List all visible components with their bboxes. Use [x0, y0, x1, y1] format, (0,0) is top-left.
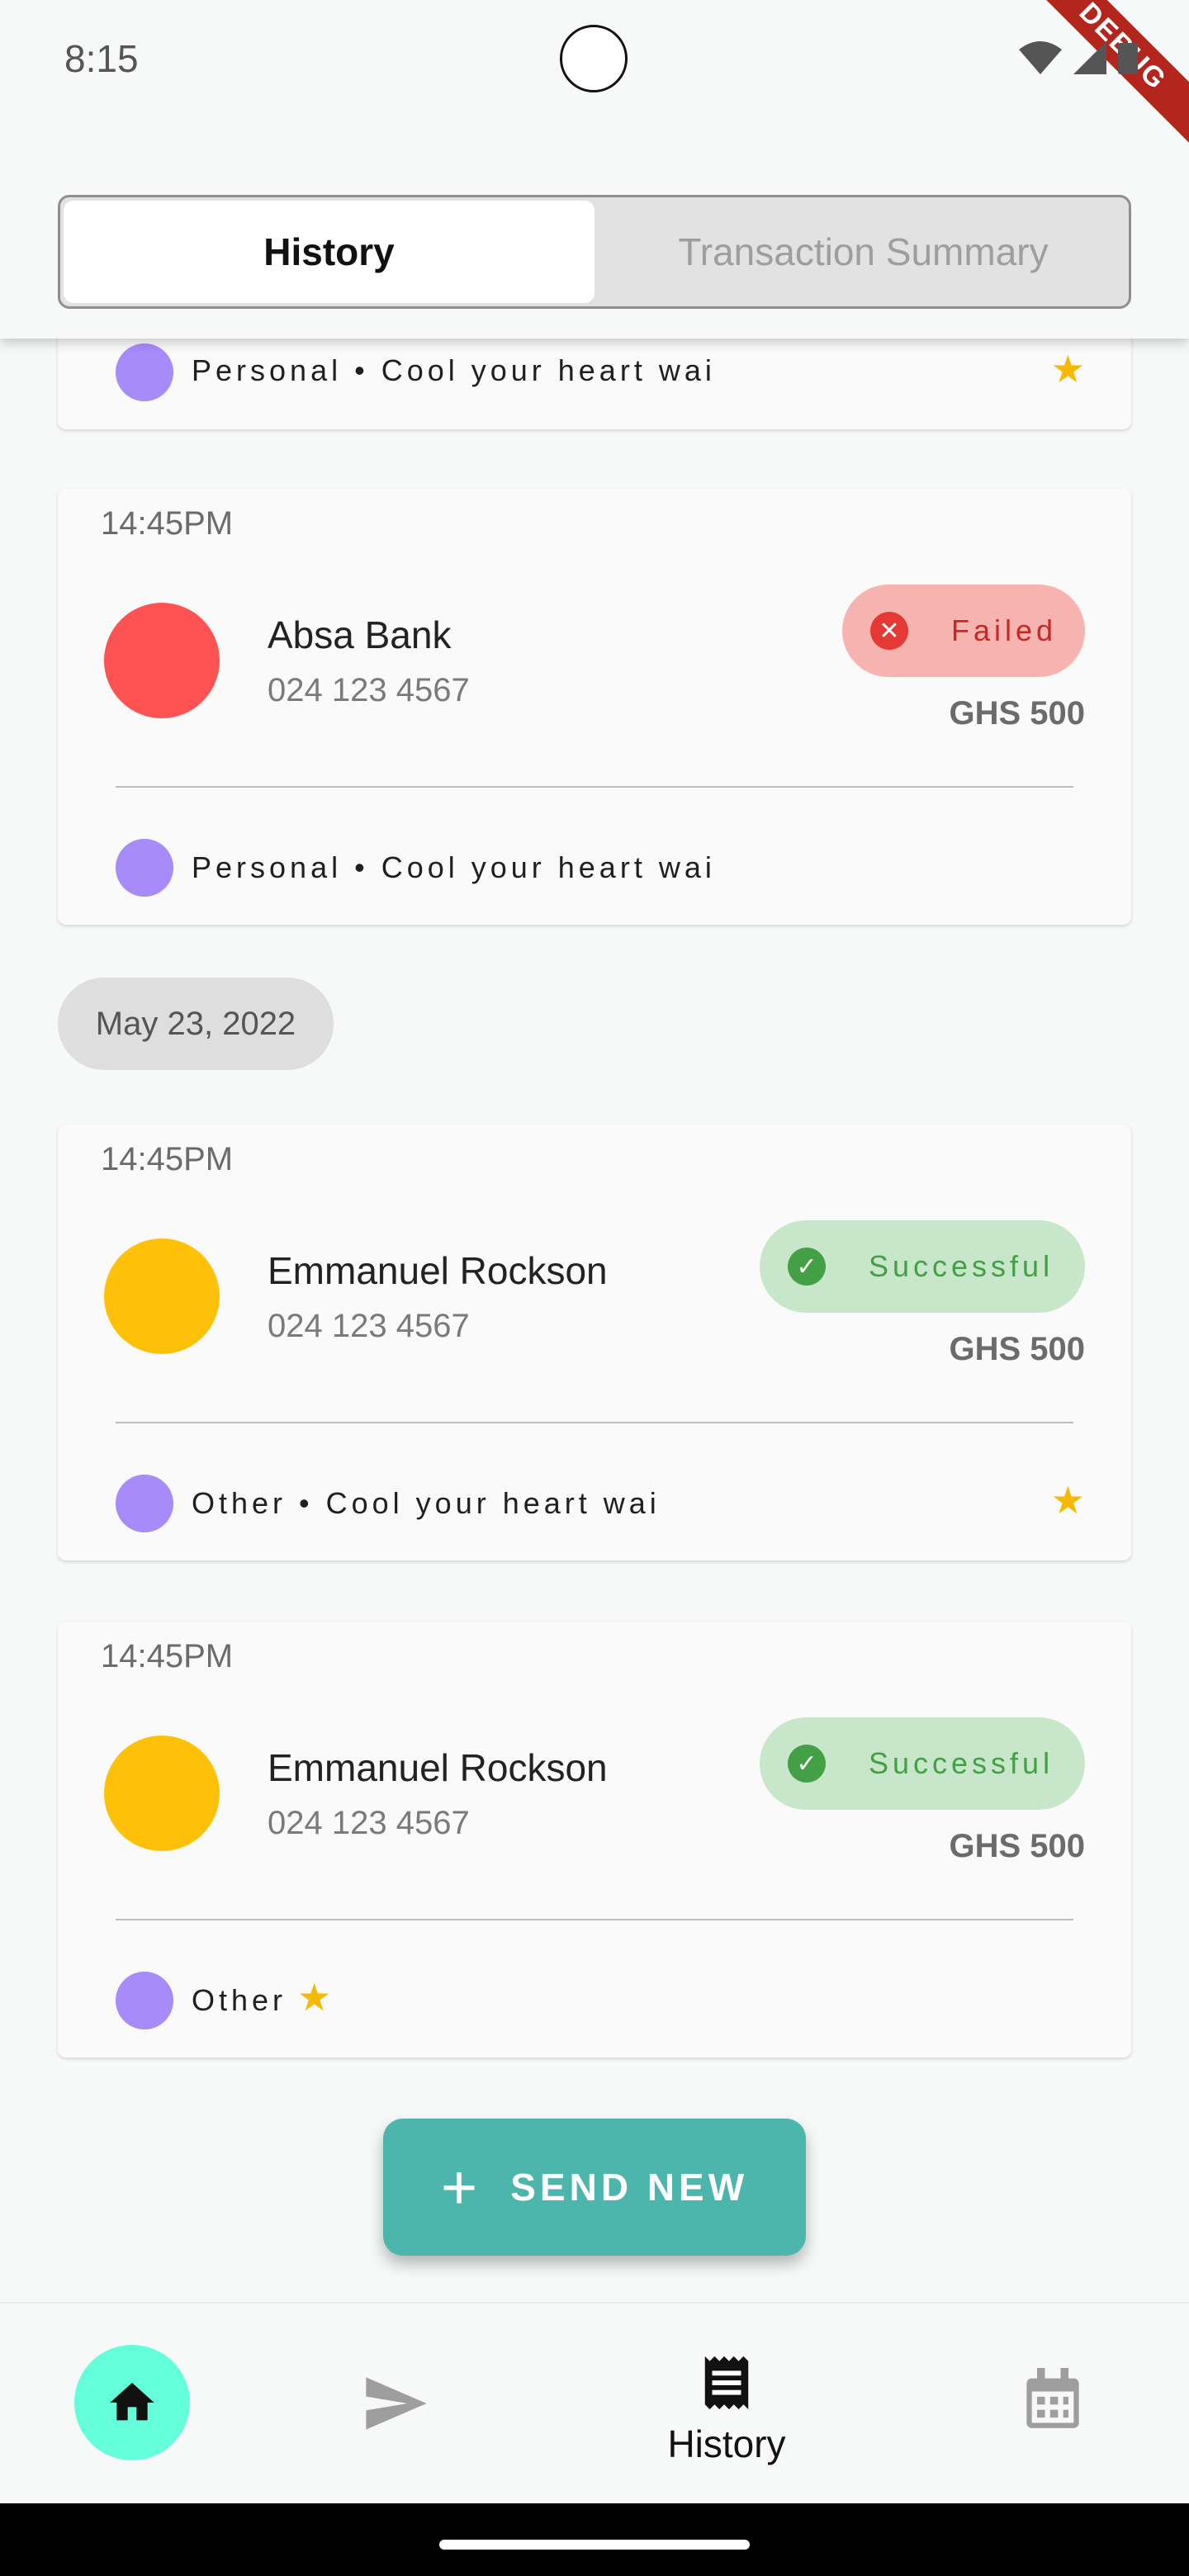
recipient-phone: 024 123 4567 [268, 1805, 470, 1841]
gesture-handle[interactable] [439, 2540, 750, 2550]
tab-history[interactable]: History [64, 201, 594, 303]
send-new-label: SEND NEW [510, 2166, 749, 2209]
divider [116, 1422, 1073, 1423]
status-badge: ✓ Successful [760, 1220, 1085, 1313]
avatar [104, 1238, 220, 1354]
signal-icon [1073, 41, 1106, 74]
send-new-button[interactable]: + SEND NEW [383, 2119, 806, 2256]
wifi-icon [1019, 41, 1062, 74]
bottom-navigation: History [0, 2302, 1189, 2505]
receipt-icon [704, 2356, 749, 2410]
category-text: Other • Cool your heart wai [192, 1486, 661, 1520]
date-group-chip: May 23, 2022 [58, 978, 334, 1070]
category-text: Personal • Cool your heart wai [192, 353, 716, 387]
nav-send[interactable] [363, 2375, 429, 2436]
transaction-card[interactable]: 14:45PM Emmanuel Rockson 024 123 4567 ✓ … [58, 1125, 1131, 1560]
transaction-amount: GHS 500 [949, 695, 1085, 732]
avatar [104, 1735, 220, 1851]
status-badge: ✓ Successful [760, 1717, 1085, 1810]
send-icon [366, 2377, 427, 2430]
star-icon[interactable]: ★ [1051, 347, 1085, 391]
nav-home[interactable] [74, 2345, 190, 2460]
transaction-time: 14:45PM [101, 1638, 234, 1674]
category-dot [116, 1972, 173, 2029]
star-icon[interactable]: ★ [297, 1975, 331, 2020]
status-label: Successful [869, 1746, 1054, 1780]
check-circle-icon: ✓ [788, 1745, 826, 1783]
error-icon: ✕ [870, 612, 908, 650]
nav-history[interactable]: History [652, 2353, 801, 2466]
nav-history-label: History [667, 2422, 786, 2465]
camera-cutout [560, 25, 628, 92]
plus-icon: + [440, 2152, 478, 2223]
category-text: Personal • Cool your heart wai [192, 850, 716, 884]
category-dot [116, 1475, 173, 1532]
tab-switcher: History Transaction Summary [58, 195, 1131, 309]
category-dot [116, 839, 173, 897]
transaction-amount: GHS 500 [949, 1331, 1085, 1367]
recipient-name: Emmanuel Rockson [268, 1249, 608, 1292]
nav-calendar[interactable] [1024, 2368, 1082, 2435]
divider [116, 1919, 1073, 1920]
divider [116, 786, 1073, 788]
status-label: Successful [869, 1249, 1054, 1283]
home-icon [110, 2383, 154, 2421]
recipient-phone: 024 123 4567 [268, 672, 470, 708]
calendar-icon [1026, 2368, 1079, 2428]
check-circle-icon: ✓ [788, 1248, 826, 1286]
status-time: 8:15 [64, 37, 139, 80]
avatar [104, 603, 220, 718]
transaction-card[interactable]: 14:45PM Emmanuel Rockson 024 123 4567 ✓ … [58, 1622, 1131, 2057]
recipient-phone: 024 123 4567 [268, 1308, 470, 1344]
recipient-name: Emmanuel Rockson [268, 1746, 608, 1789]
transaction-amount: GHS 500 [949, 1828, 1085, 1864]
recipient-name: Absa Bank [268, 613, 452, 656]
transaction-time: 14:45PM [101, 1141, 234, 1177]
battery-icon [1118, 43, 1138, 74]
app-header: 8:15 DEBUG History Transaction Summary [0, 0, 1189, 339]
category-dot [116, 343, 173, 401]
transaction-card[interactable]: 14:45PM Absa Bank 024 123 4567 ✕ Failed … [58, 489, 1131, 925]
transaction-time: 14:45PM [101, 505, 234, 542]
status-icons [1017, 40, 1139, 76]
status-label: Failed [951, 613, 1058, 647]
tab-transaction-summary[interactable]: Transaction Summary [598, 197, 1129, 306]
star-icon[interactable]: ★ [1051, 1478, 1085, 1522]
category-text: Other [192, 1983, 287, 2017]
status-badge: ✕ Failed [842, 585, 1085, 677]
